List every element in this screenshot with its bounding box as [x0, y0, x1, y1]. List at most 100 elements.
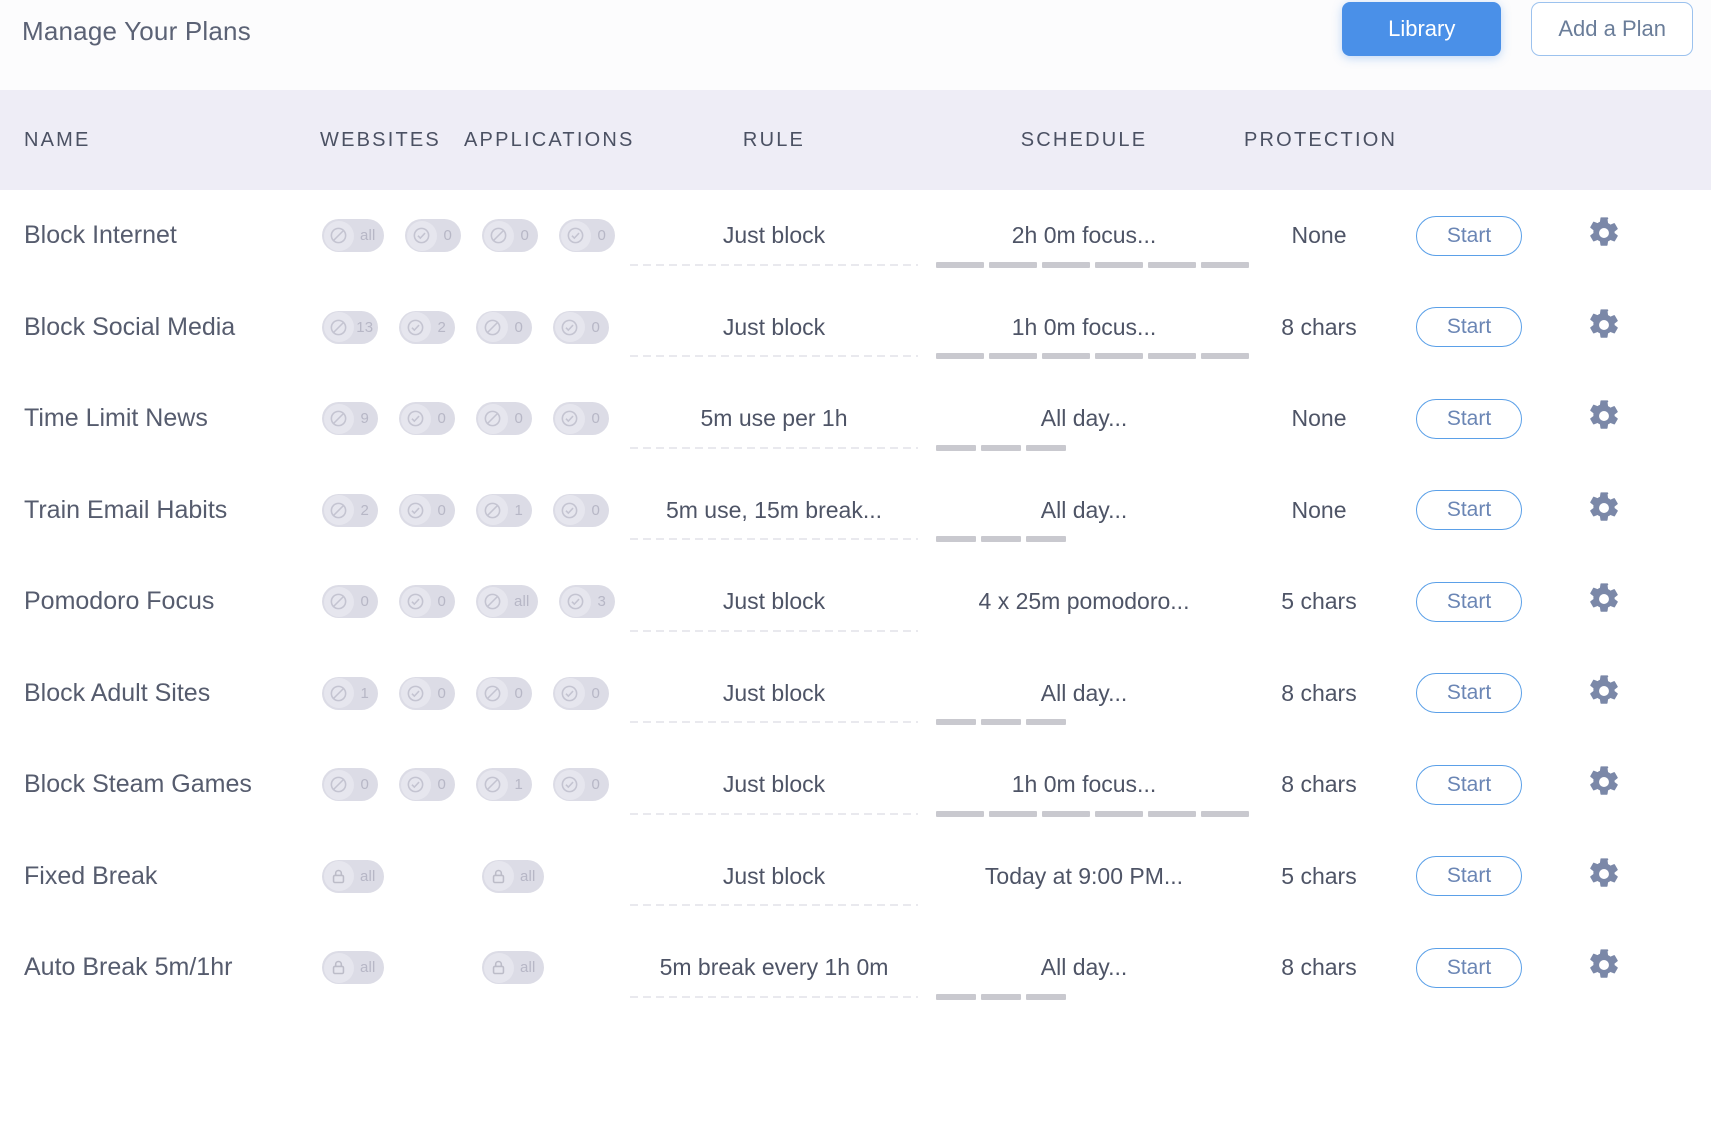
start-button[interactable]: Start — [1415, 581, 1523, 622]
cell-schedule[interactable]: All day... — [924, 373, 1244, 465]
blocked-circle-icon — [323, 678, 354, 709]
cell-action: Start — [1394, 947, 1544, 988]
table-row[interactable]: Fixed Break all all Just block Today at 9:00… — [0, 830, 1711, 923]
schedule-label: All day... — [1040, 679, 1128, 706]
table-row[interactable]: Train Email Habits 2 0 1 0 5m use, 15m break.… — [0, 464, 1711, 557]
add-a-plan-button[interactable]: Add a Plan — [1531, 2, 1693, 56]
rule-label: 5m break every 1h 0m — [659, 954, 889, 981]
badge-pill[interactable]: 0 — [399, 402, 455, 436]
badge-pill[interactable]: 0 — [399, 493, 455, 527]
badge-pill[interactable]: all — [482, 859, 544, 893]
schedule-label: 4 x 25m pomodoro... — [978, 588, 1190, 615]
badge-pill[interactable]: 0 — [405, 219, 461, 253]
cell-schedule[interactable]: 1h 0m focus... — [924, 282, 1249, 374]
badge-group: 1 0 0 0 — [322, 676, 624, 710]
badge-group: all all — [322, 859, 624, 893]
badge-count: 0 — [591, 684, 601, 702]
start-button[interactable]: Start — [1415, 215, 1523, 256]
table-row[interactable]: Auto Break 5m/1hr all all 5m break every 1h… — [0, 922, 1711, 1014]
cell-schedule[interactable]: All day... — [924, 922, 1244, 1014]
start-button[interactable]: Start — [1415, 307, 1523, 348]
cell-action: Start — [1394, 764, 1544, 805]
badge-pill[interactable]: 0 — [559, 219, 615, 253]
badge-pill[interactable]: all — [482, 951, 544, 985]
start-button[interactable]: Start — [1415, 398, 1523, 439]
table-row[interactable]: Block Adult Sites 1 0 0 0 Just block All day..… — [0, 647, 1711, 740]
cell-rule[interactable]: Just block — [624, 282, 924, 374]
cell-rule[interactable]: Just block — [624, 831, 924, 923]
badge-group: 0 0 1 0 — [322, 768, 624, 802]
gear-icon[interactable] — [1587, 674, 1621, 708]
start-button[interactable]: Start — [1415, 947, 1523, 988]
badge-pill[interactable]: 0 — [553, 402, 609, 436]
badge-pill[interactable]: 9 — [322, 402, 378, 436]
cell-rule[interactable]: Just block — [624, 190, 924, 282]
badge-pill[interactable]: 0 — [553, 493, 609, 527]
badge-pill[interactable]: 0 — [399, 676, 455, 710]
cell-plan-name: Block Adult Sites — [0, 679, 320, 708]
badge-pill[interactable]: 0 — [553, 310, 609, 344]
start-button[interactable]: Start — [1415, 764, 1523, 805]
cell-rule[interactable]: Just block — [624, 556, 924, 648]
cell-schedule[interactable]: All day... — [924, 648, 1244, 740]
cell-schedule[interactable]: Today at 9:00 PM... — [924, 831, 1244, 923]
schedule-segment — [981, 719, 1021, 725]
cell-settings — [1544, 491, 1664, 530]
badge-pill[interactable]: 0 — [476, 310, 532, 344]
gear-icon[interactable] — [1587, 582, 1621, 616]
table-row[interactable]: Time Limit News 9 0 0 0 5m use per 1h All day.… — [0, 373, 1711, 465]
cell-rule[interactable]: 5m break every 1h 0m — [624, 922, 924, 1014]
cell-schedule[interactable]: 2h 0m focus... — [924, 190, 1249, 282]
protection-label: 5 chars — [1281, 588, 1357, 615]
badge-pill[interactable]: 0 — [476, 402, 532, 436]
cell-schedule[interactable]: All day... — [924, 465, 1244, 557]
blocked-circle-icon — [477, 586, 508, 617]
gear-icon[interactable] — [1587, 399, 1621, 433]
badge-pill[interactable]: 0 — [476, 676, 532, 710]
gear-icon[interactable] — [1587, 948, 1621, 982]
start-button[interactable]: Start — [1415, 490, 1523, 531]
badge-pill[interactable]: 0 — [399, 585, 455, 619]
table-row[interactable]: Block Steam Games 0 0 1 0 Just block 1h 0m foc… — [0, 739, 1711, 831]
plan-name-label: Block Social Media — [24, 312, 236, 341]
gear-icon[interactable] — [1587, 216, 1621, 250]
gear-icon[interactable] — [1587, 765, 1621, 799]
badge-pill[interactable]: 0 — [322, 585, 378, 619]
cell-schedule[interactable]: 1h 0m focus... — [924, 739, 1249, 831]
table-row[interactable]: Block Social Media 13 2 0 0 Just block 1h 0m f… — [0, 281, 1711, 374]
schedule-segment — [981, 536, 1021, 542]
table-row[interactable]: Pomodoro Focus 0 0 all 3 Just block 4 x 25m po… — [0, 556, 1711, 648]
badge-pill[interactable]: 3 — [559, 585, 615, 619]
badge-count: 0 — [437, 410, 447, 428]
table-row[interactable]: Block Internet all 0 0 0 Just block 2h 0m focu… — [0, 190, 1711, 282]
badge-pill[interactable]: 1 — [476, 493, 532, 527]
badge-pill[interactable]: 1 — [322, 676, 378, 710]
badge-pill[interactable]: 13 — [322, 310, 378, 344]
badge-pill[interactable]: 0 — [322, 768, 378, 802]
cell-rule[interactable]: Just block — [624, 739, 924, 831]
gear-icon[interactable] — [1587, 857, 1621, 891]
badge-pill[interactable]: 0 — [482, 219, 538, 253]
badge-pill[interactable]: all — [322, 951, 384, 985]
badge-count: 2 — [437, 318, 447, 336]
badge-pill[interactable]: 0 — [399, 768, 455, 802]
library-button[interactable]: Library — [1342, 2, 1502, 56]
badge-pill[interactable]: all — [476, 585, 538, 619]
badge-pill[interactable]: all — [322, 219, 384, 253]
start-button[interactable]: Start — [1415, 673, 1523, 714]
cell-protection: 5 chars — [1244, 588, 1394, 615]
cell-rule[interactable]: 5m use, 15m break... — [624, 465, 924, 557]
cell-schedule[interactable]: 4 x 25m pomodoro... — [924, 556, 1244, 648]
start-button[interactable]: Start — [1415, 856, 1523, 897]
badge-pill[interactable]: 2 — [399, 310, 455, 344]
badge-pill[interactable]: 1 — [476, 768, 532, 802]
gear-icon[interactable] — [1587, 491, 1621, 525]
badge-pill[interactable]: 0 — [553, 768, 609, 802]
cell-rule[interactable]: Just block — [624, 648, 924, 740]
badge-pill[interactable]: 0 — [553, 676, 609, 710]
badge-pill[interactable]: all — [322, 859, 384, 893]
gear-icon[interactable] — [1587, 308, 1621, 342]
badge-pill[interactable]: 2 — [322, 493, 378, 527]
cell-rule[interactable]: 5m use per 1h — [624, 373, 924, 465]
badge-count: 0 — [591, 318, 601, 336]
